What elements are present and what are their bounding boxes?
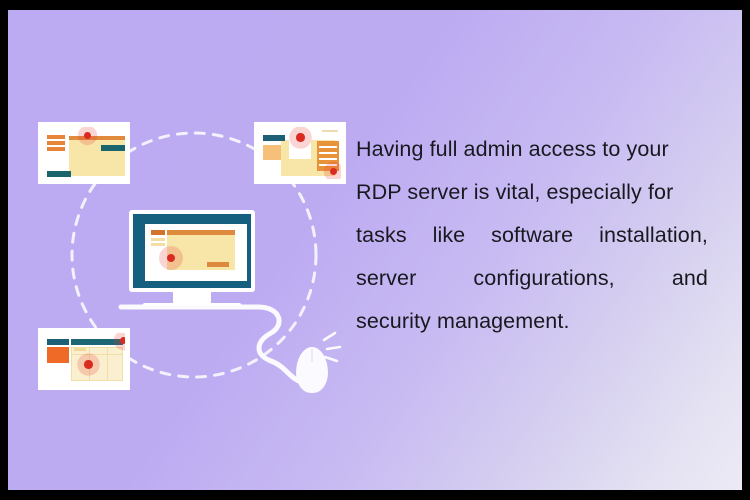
sidebar-line [47, 147, 65, 151]
mouse-cable [118, 304, 302, 384]
screenshot-frame: Having full admin access to your RDP ser… [0, 0, 750, 500]
paragraph-word: installation, [599, 223, 708, 247]
teal-header-bar [263, 135, 285, 141]
teal-button[interactable] [47, 171, 71, 177]
sidebar-line [151, 238, 165, 241]
paragraph-word: software [491, 223, 574, 247]
alert-dot-icon [293, 130, 308, 145]
sidebar-line [151, 243, 165, 246]
paragraph-word: server [356, 266, 417, 290]
teal-button[interactable] [101, 145, 125, 151]
paragraph-line: tasks like software installation, [356, 214, 708, 257]
paragraph-word: tasks [356, 223, 407, 247]
sidebar-line [47, 135, 65, 139]
window-tab[interactable] [151, 230, 165, 235]
paragraph-line: Having full admin access to your [356, 137, 669, 161]
click-lines-icon [322, 331, 342, 363]
paragraph-word: configurations, [473, 266, 615, 290]
mini-window-top-left[interactable] [38, 122, 130, 184]
teal-header-bar [47, 339, 69, 345]
thumbnail-block [263, 145, 281, 160]
window-title-bar [167, 230, 235, 235]
mini-window-top-right-content [259, 127, 341, 179]
alert-dot-icon [327, 165, 340, 178]
list-row [319, 152, 337, 154]
alert-dot-icon [163, 250, 179, 266]
mini-window-top-right[interactable] [254, 122, 346, 184]
monitor-screen [145, 224, 247, 281]
mouse-button-split [311, 349, 313, 362]
sidebar-line [47, 141, 65, 145]
list-row [319, 158, 337, 160]
paragraph-line: RDP server is vital, especially for [356, 180, 674, 204]
thumbnail-block [47, 347, 69, 363]
list-row [319, 146, 337, 148]
paragraph-line: server configurations, and [356, 257, 708, 300]
paragraph-word: like [432, 223, 466, 247]
window-content-panel [69, 136, 125, 176]
table-label [74, 348, 86, 351]
body-paragraph: Having full admin access to your RDP ser… [356, 128, 708, 343]
infographic-canvas: Having full admin access to your RDP ser… [8, 10, 742, 490]
rdp-illustration [8, 10, 368, 490]
action-button[interactable] [207, 262, 229, 267]
mini-window-top-left-content [43, 127, 125, 179]
paragraph-word: and [671, 266, 708, 290]
paragraph-line: security management. [356, 309, 570, 333]
monitor-bezel [129, 210, 255, 292]
alert-dot-icon [81, 129, 94, 142]
alert-dot-icon [81, 357, 96, 372]
header-dots [322, 130, 338, 132]
